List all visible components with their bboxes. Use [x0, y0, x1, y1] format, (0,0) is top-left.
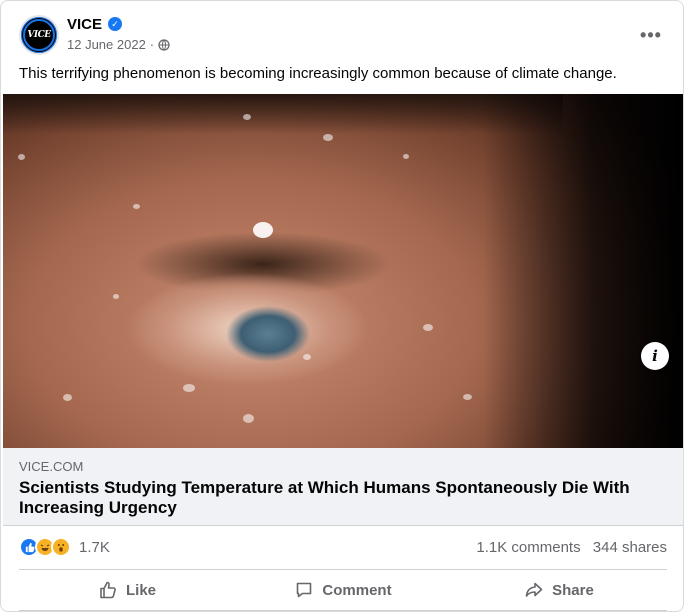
page-name[interactable]: VICE: [67, 16, 102, 33]
comment-icon: [297, 582, 312, 598]
wow-reaction-icon: [51, 537, 71, 557]
avatar-ring: VICE: [23, 19, 55, 51]
sweat-drop: [423, 324, 433, 331]
sweat-drop: [63, 394, 72, 401]
divider: [19, 569, 667, 570]
post-image[interactable]: [3, 94, 683, 448]
share-label: Share: [552, 581, 594, 599]
link-preview[interactable]: VICE.COM Scientists Studying Temperature…: [3, 448, 683, 526]
post-header: VICE VICE ✓ 12 June 2022 · •••: [19, 15, 667, 55]
sweat-drop: [403, 154, 409, 159]
page-avatar[interactable]: VICE: [19, 15, 59, 55]
sweat-drop: [463, 394, 472, 400]
post-meta: 12 June 2022 ·: [67, 37, 170, 52]
image-dark-shade: [483, 94, 683, 448]
info-button[interactable]: i: [641, 342, 669, 370]
sweat-drop: [303, 354, 311, 360]
like-label: Like: [125, 581, 156, 599]
engagement-bar: 1.7K 1.1K comments 344 shares: [19, 536, 667, 560]
more-options-button[interactable]: •••: [635, 19, 667, 51]
like-button[interactable]: Like: [19, 571, 235, 609]
eye-highlight: [253, 222, 273, 238]
globe-icon: [158, 38, 170, 51]
comment-count[interactable]: 1.1K comments: [476, 539, 580, 556]
thumbs-up-icon: [100, 581, 116, 599]
share-count[interactable]: 344 shares: [593, 539, 667, 556]
post-date[interactable]: 12 June 2022: [67, 37, 146, 52]
sweat-drop: [323, 134, 333, 141]
comment-label: Comment: [322, 581, 392, 599]
link-title[interactable]: Scientists Studying Temperature at Which…: [19, 478, 659, 518]
verified-badge-icon: ✓: [108, 17, 122, 31]
sweat-drop: [243, 414, 254, 423]
reaction-summary[interactable]: 1.7K: [19, 536, 110, 558]
engagement-counts: 1.1K comments 344 shares: [468, 539, 667, 556]
reaction-count: 1.7K: [79, 538, 110, 556]
divider-bottom: [19, 610, 667, 611]
sweat-drop: [243, 114, 251, 120]
vice-logo: VICE: [27, 30, 51, 40]
meta-separator: ·: [149, 37, 155, 52]
post-caption: This terrifying phenomenon is becoming i…: [19, 65, 617, 82]
sweat-drop: [18, 154, 25, 160]
link-domain: VICE.COM: [19, 459, 84, 474]
share-icon: [525, 582, 543, 597]
action-bar: Like Comment Share: [19, 571, 667, 609]
comment-button[interactable]: Comment: [235, 571, 451, 609]
share-button[interactable]: Share: [451, 571, 667, 609]
sweat-drop: [183, 384, 195, 392]
post-card: VICE VICE ✓ 12 June 2022 · ••• This terr…: [0, 0, 684, 612]
sweat-drop: [113, 294, 119, 299]
image-hair-shadow: [3, 94, 563, 134]
sweat-drop: [133, 204, 140, 209]
